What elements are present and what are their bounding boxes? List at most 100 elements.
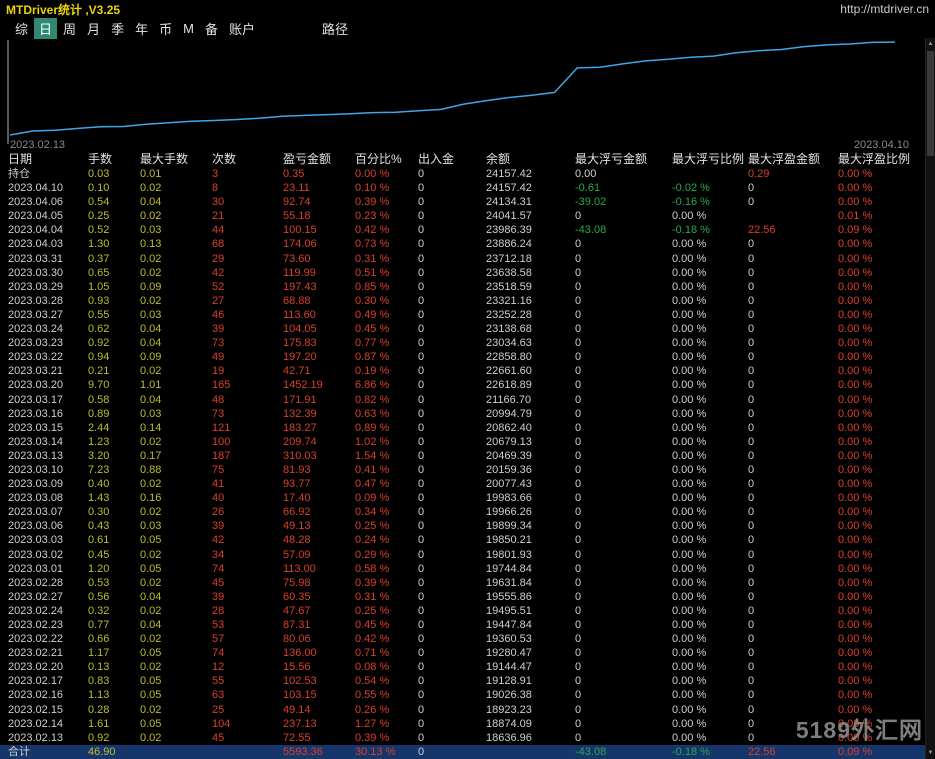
table-row[interactable]: 2023.03.02 0.45 0.02 34 57.09 0.29 % 0 19801.93… xyxy=(0,548,925,562)
menu-item-path[interactable]: 路径 xyxy=(317,18,353,39)
cell-col-7: 0 xyxy=(418,280,425,293)
table-row[interactable]: 2023.03.20 9.70 1.01 165 1452.19 6.86 % 0 22618… xyxy=(0,378,925,392)
cell-col-9: -39.02 xyxy=(575,196,607,209)
cell-col-9: 0 xyxy=(575,661,582,674)
table-row[interactable]: 2023.03.14 1.23 0.02 100 209.74 1.02 % 0 20679.… xyxy=(0,435,925,449)
table-row[interactable]: 2023.03.07 0.30 0.02 26 66.92 0.34 % 0 19966.26… xyxy=(0,505,925,519)
table-row[interactable]: 2023.04.05 0.25 0.02 21 55.18 0.23 % 0 24041.57… xyxy=(0,209,925,223)
menu-bar: 综日周月季年币 M 备账户 路径 xyxy=(10,17,353,39)
table-row[interactable]: 2023.02.14 1.61 0.05 104 237.13 1.27 % 0 18874.… xyxy=(0,717,925,731)
cell-col-9: 0 xyxy=(575,619,582,631)
cell-col-7: 0 xyxy=(418,182,425,195)
cell-col-7: 0 xyxy=(418,703,425,716)
table-row[interactable]: 2023.03.15 2.44 0.14 121 183.27 0.89 % 0 20862.… xyxy=(0,421,925,435)
vertical-scrollbar[interactable]: ▲ ▼ xyxy=(925,38,935,759)
cell-col-6: 0.82 % xyxy=(355,393,390,406)
table-row[interactable]: 2023.03.22 0.94 0.09 49 197.20 0.87 % 0 22858.8… xyxy=(0,350,925,364)
menu-item-7[interactable]: 币 xyxy=(154,18,177,39)
scroll-up-arrow-icon[interactable]: ▲ xyxy=(926,38,935,50)
cell-col-1: 2023.03.09 xyxy=(8,478,64,491)
menu-item-3[interactable]: 周 xyxy=(58,18,81,39)
menu-item-1[interactable]: 综 xyxy=(10,18,33,39)
table-row[interactable]: 2023.04.06 0.54 0.04 30 92.74 0.39 % 0 24134.31… xyxy=(0,195,925,209)
table-row[interactable]: 2023.03.09 0.40 0.02 41 93.77 0.47 % 0 20077.43… xyxy=(0,477,925,491)
cell-col-11: 0 xyxy=(748,520,755,533)
cell-col-3: 0.04 xyxy=(140,590,162,603)
table-row[interactable]: 2023.03.29 1.05 0.09 52 197.43 0.85 % 0 23518.5… xyxy=(0,280,925,294)
cell-col-1: 2023.02.23 xyxy=(8,619,64,631)
table-row[interactable]: 2023.02.17 0.83 0.05 55 102.53 0.54 % 0 19128.9… xyxy=(0,674,925,688)
cell-col-8: 19144.47 xyxy=(486,661,532,674)
cell-col-8: 19744.84 xyxy=(486,562,532,575)
table-row[interactable]: 2023.04.10 0.10 0.02 8 23.11 0.10 % 0 24157.42 -… xyxy=(0,181,925,195)
table-row[interactable]: 2023.02.15 0.28 0.02 25 49.14 0.26 % 0 18923.23… xyxy=(0,703,925,717)
cell-col-1: 2023.02.28 xyxy=(8,576,64,589)
cell-col-9: 0 xyxy=(575,463,582,476)
table-row[interactable]: 2023.02.24 0.32 0.02 28 47.67 0.25 % 0 19495.51… xyxy=(0,604,925,618)
table-row[interactable]: 2023.03.31 0.37 0.02 29 73.60 0.31 % 0 23712.18… xyxy=(0,252,925,266)
cell-col-7: 0 xyxy=(418,534,425,547)
table-row[interactable]: 2023.03.03 0.61 0.05 42 48.28 0.24 % 0 19850.21… xyxy=(0,533,925,547)
cell-col-7: 0 xyxy=(418,647,425,660)
table-row[interactable]: 2023.03.16 0.89 0.03 73 132.39 0.63 % 0 20994.7… xyxy=(0,407,925,421)
table-row[interactable]: 2023.02.23 0.77 0.04 53 87.31 0.45 % 0 19447.84… xyxy=(0,618,925,632)
cell-col-6: 0.47 % xyxy=(355,478,390,491)
cell-col-7: 0 xyxy=(418,590,425,603)
cell-col-3: 0.03 xyxy=(140,520,162,533)
cell-col-2: 1.13 xyxy=(88,689,110,702)
menu-item-4[interactable]: 月 xyxy=(82,18,105,39)
cell-col-8: 23986.39 xyxy=(486,224,532,237)
cell-col-12: 0.00 % xyxy=(838,520,873,533)
table-row[interactable]: 2023.02.22 0.66 0.02 57 80.06 0.42 % 0 19360.53… xyxy=(0,632,925,646)
table-row[interactable]: 2023.02.20 0.13 0.02 12 15.56 0.08 % 0 19144.47… xyxy=(0,660,925,674)
cell-col-5: 42.71 xyxy=(283,365,311,378)
table-row[interactable]: 2023.03.10 7.23 0.88 75 81.93 0.41 % 0 20159.36… xyxy=(0,463,925,477)
table-row[interactable]: 2023.03.01 1.20 0.05 74 113.00 0.58 % 0 19744.8… xyxy=(0,562,925,576)
table-row[interactable]: 2023.03.08 1.43 0.16 40 17.40 0.09 % 0 19983.66… xyxy=(0,491,925,505)
table-row[interactable]: 2023.02.16 1.13 0.05 63 103.15 0.55 % 0 19026.3… xyxy=(0,688,925,702)
table-row[interactable]: 2023.03.13 3.20 0.17 187 310.03 1.54 % 0 20469.… xyxy=(0,449,925,463)
table-row[interactable]: 2023.02.21 1.17 0.05 74 136.00 0.71 % 0 19280.4… xyxy=(0,646,925,660)
cell-col-10: 0.00 % xyxy=(672,294,707,307)
table-row[interactable]: 持仓 0.03 0.01 3 0.35 0.00 % 0 24157.42 0.00 0.29 0.… xyxy=(0,167,925,181)
table-row[interactable]: 2023.03.30 0.65 0.02 42 119.99 0.51 % 0 23638.5… xyxy=(0,266,925,280)
cell-col-2: 46.90 xyxy=(88,745,116,758)
table-row[interactable]: 2023.04.03 1.30 0.13 68 174.06 0.73 % 0 23886.2… xyxy=(0,237,925,251)
table-row[interactable]: 2023.03.23 0.92 0.04 73 175.83 0.77 % 0 23034.6… xyxy=(0,336,925,350)
table-row[interactable]: 2023.02.13 0.92 0.02 45 72.55 0.39 % 0 18636.96… xyxy=(0,731,925,745)
cell-col-4: 75 xyxy=(212,463,225,476)
cell-col-12: 0.00 % xyxy=(838,548,873,561)
table-row[interactable]: 2023.03.06 0.43 0.03 39 49.13 0.25 % 0 19899.34… xyxy=(0,519,925,533)
cell-col-1: 2023.02.15 xyxy=(8,703,64,716)
table-row[interactable]: 2023.03.21 0.21 0.02 19 42.71 0.19 % 0 22661.60… xyxy=(0,364,925,378)
cell-col-11: 0 xyxy=(748,365,755,378)
cell-col-7: 0 xyxy=(418,210,425,223)
menu-item-5[interactable]: 季 xyxy=(106,18,129,39)
table-total-row[interactable]: 合计 46.90 5593.36 30.13 % 0 -43.08 -0.18 % 22.56… xyxy=(0,744,925,759)
cell-col-8: 23712.18 xyxy=(486,252,532,265)
table-row[interactable]: 2023.03.27 0.55 0.03 46 113.60 0.49 % 0 23252.2… xyxy=(0,308,925,322)
cell-col-6: 6.86 % xyxy=(355,379,390,392)
cell-col-6: 0.26 % xyxy=(355,703,390,716)
menu-item-6[interactable]: 年 xyxy=(130,18,153,39)
menu-item-10[interactable]: 账户 xyxy=(224,18,260,39)
cell-col-7: 0 xyxy=(418,520,425,533)
cell-col-10: 0.00 % xyxy=(672,351,707,364)
menu-item-2[interactable]: 日 xyxy=(34,17,58,39)
menu-item-9[interactable]: 备 xyxy=(200,18,223,39)
cell-col-11: 0 xyxy=(748,562,755,575)
table-row[interactable]: 2023.03.17 0.58 0.04 48 171.91 0.82 % 0 21166.7… xyxy=(0,393,925,407)
table-row[interactable]: 2023.03.28 0.93 0.02 27 68.88 0.30 % 0 23321.16… xyxy=(0,294,925,308)
table-row[interactable]: 2023.03.24 0.62 0.04 39 104.05 0.45 % 0 23138.6… xyxy=(0,322,925,336)
table-row[interactable]: 2023.04.04 0.52 0.03 44 100.15 0.42 % 0 23986.3… xyxy=(0,223,925,237)
table-row[interactable]: 2023.02.28 0.53 0.02 45 75.98 0.39 % 0 19631.84… xyxy=(0,576,925,590)
cell-col-12: 0.01 % xyxy=(838,210,873,223)
app-window: MTDriver统计 ,V3.25 http://mtdriver.cn 综日周… xyxy=(0,0,935,759)
scrollbar-thumb[interactable] xyxy=(927,51,934,156)
scroll-down-arrow-icon[interactable]: ▼ xyxy=(926,747,935,759)
cell-col-5: 113.60 xyxy=(283,308,316,321)
cell-col-9: 0 xyxy=(575,478,582,491)
cell-col-6: 0.85 % xyxy=(355,280,390,293)
table-row[interactable]: 2023.02.27 0.56 0.04 39 60.35 0.31 % 0 19555.86… xyxy=(0,590,925,604)
menu-item-8[interactable]: M xyxy=(178,20,199,37)
